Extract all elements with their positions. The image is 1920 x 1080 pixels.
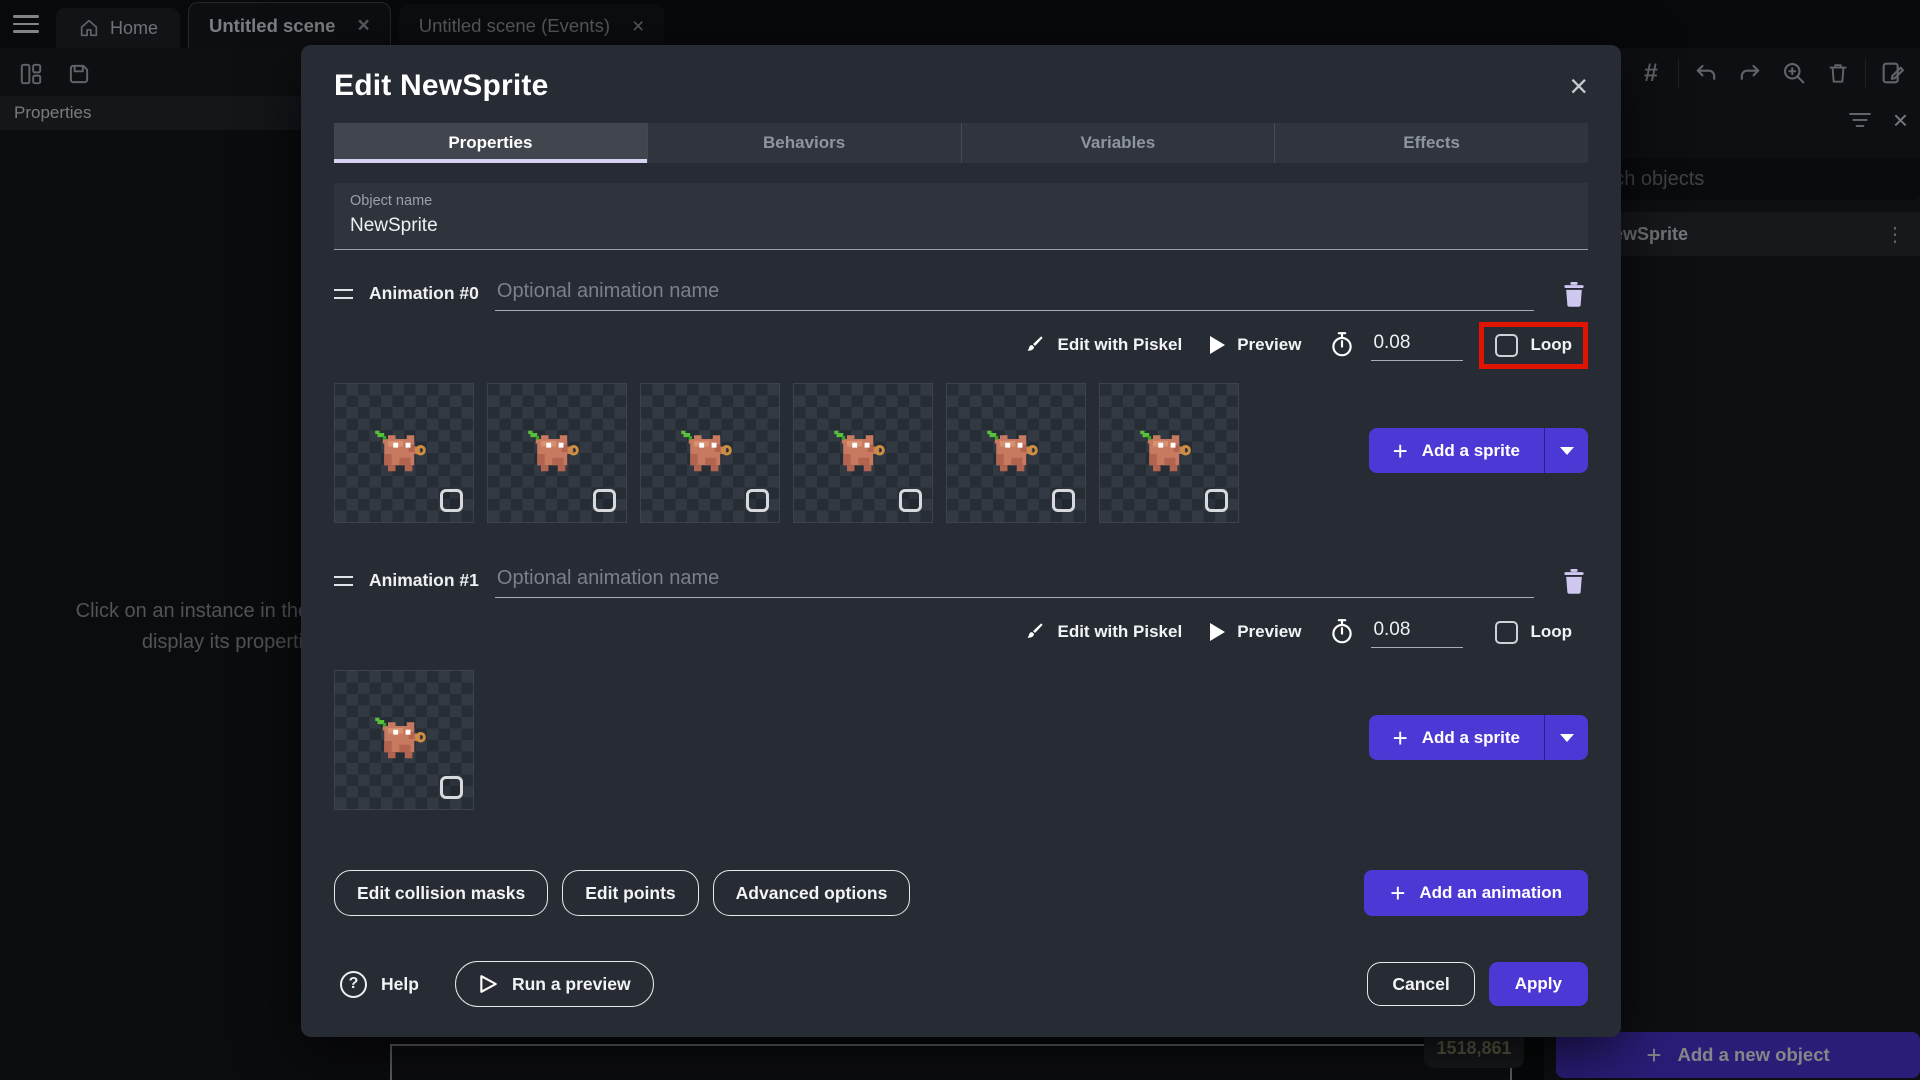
- play-outline-icon: [480, 975, 497, 993]
- edit-object-dialog: Edit NewSprite × Properties Behaviors Va…: [301, 45, 1621, 1037]
- plus-icon: +: [1392, 722, 1408, 753]
- stopwatch-icon: [1332, 619, 1353, 644]
- delete-animation-icon[interactable]: [1560, 279, 1588, 309]
- edit-with-piskel-button[interactable]: Edit with Piskel: [1023, 334, 1182, 356]
- pig-sprite-image: [1138, 424, 1198, 484]
- chevron-down-icon: [1559, 733, 1574, 742]
- animation-1-frames: + Add a sprite: [334, 670, 1588, 810]
- drag-handle-icon[interactable]: [334, 575, 353, 586]
- tab-behaviors[interactable]: Behaviors: [646, 123, 961, 163]
- add-sprite-dropdown[interactable]: [1544, 428, 1588, 473]
- loop-label: Loop: [1530, 622, 1572, 641]
- brush-icon: [1028, 623, 1044, 638]
- play-icon: [1210, 336, 1226, 354]
- add-a-sprite-button[interactable]: + Add a sprite: [1368, 428, 1588, 473]
- sprite-frame-thumbnail[interactable]: [640, 383, 780, 523]
- plus-icon: +: [1392, 435, 1408, 466]
- advanced-options-button[interactable]: Advanced options: [712, 870, 911, 916]
- frame-select-checkbox[interactable]: [440, 776, 463, 799]
- preview-button[interactable]: Preview: [1210, 622, 1301, 642]
- sprite-frame-thumbnail[interactable]: [334, 670, 474, 810]
- sprite-frame-thumbnail[interactable]: [793, 383, 933, 523]
- pig-sprite-image: [985, 424, 1045, 484]
- loop-label: Loop: [1530, 335, 1572, 354]
- apply-button[interactable]: Apply: [1488, 962, 1588, 1006]
- animation-1-header: Animation #1: [334, 563, 1588, 598]
- stopwatch-icon: [1332, 332, 1353, 357]
- animation-1-name-input[interactable]: [494, 563, 1534, 598]
- tab-variables[interactable]: Variables: [960, 123, 1275, 163]
- sprite-frame-thumbnail[interactable]: [1099, 383, 1239, 523]
- animation-0-label: Animation #0: [369, 283, 479, 303]
- loop-option-highlighted: Loop: [1479, 321, 1588, 369]
- brush-icon: [1028, 336, 1044, 351]
- frame-select-checkbox[interactable]: [440, 489, 463, 512]
- play-icon: [1210, 623, 1226, 641]
- help-icon: ?: [340, 970, 367, 998]
- edit-with-piskel-button[interactable]: Edit with Piskel: [1023, 621, 1182, 643]
- animation-0-name-input[interactable]: [494, 276, 1534, 311]
- tab-properties[interactable]: Properties: [334, 123, 647, 163]
- sprite-frame-thumbnail[interactable]: [487, 383, 627, 523]
- frame-select-checkbox[interactable]: [593, 489, 616, 512]
- add-an-animation-button[interactable]: + Add an animation: [1364, 870, 1588, 916]
- sprite-frame-thumbnail[interactable]: [946, 383, 1086, 523]
- time-between-frames-input[interactable]: [1371, 329, 1464, 361]
- tab-effects[interactable]: Effects: [1274, 123, 1588, 163]
- gdevelop-window: Home Untitled scene × Untitled scene (Ev…: [0, 0, 1920, 1080]
- object-name-field-label: Object name: [350, 193, 433, 209]
- cancel-button[interactable]: Cancel: [1367, 962, 1475, 1006]
- add-sprite-dropdown[interactable]: [1544, 715, 1588, 760]
- pig-sprite-image: [679, 424, 739, 484]
- time-between-frames-input[interactable]: [1371, 616, 1464, 648]
- pig-sprite-image: [373, 424, 433, 484]
- animation-1-controls: Edit with Piskel Preview Loop: [334, 606, 1588, 658]
- object-name-field[interactable]: Object name NewSprite: [334, 183, 1588, 250]
- delete-animation-icon[interactable]: [1560, 566, 1588, 596]
- dialog-close-icon[interactable]: ×: [1569, 70, 1588, 102]
- loop-checkbox[interactable]: [1495, 333, 1519, 357]
- dialog-tabs: Properties Behaviors Variables Effects: [334, 123, 1588, 163]
- preview-button[interactable]: Preview: [1210, 335, 1301, 355]
- dialog-secondary-actions: Edit collision masks Edit points Advance…: [334, 870, 1588, 916]
- pig-sprite-image: [526, 424, 586, 484]
- drag-handle-icon[interactable]: [334, 288, 353, 299]
- frame-select-checkbox[interactable]: [899, 489, 922, 512]
- loop-checkbox[interactable]: [1495, 620, 1519, 644]
- sprite-frame-thumbnail[interactable]: [334, 383, 474, 523]
- dialog-footer: ? Help Run a preview Cancel Apply: [334, 961, 1588, 1007]
- edit-collision-masks-button[interactable]: Edit collision masks: [334, 870, 549, 916]
- plus-icon: +: [1390, 878, 1406, 908]
- edit-points-button[interactable]: Edit points: [562, 870, 699, 916]
- animation-0-controls: Edit with Piskel Preview Loop: [334, 319, 1588, 371]
- frame-select-checkbox[interactable]: [1052, 489, 1075, 512]
- animation-1-label: Animation #1: [369, 570, 479, 590]
- pig-sprite-image: [373, 711, 433, 771]
- run-a-preview-button[interactable]: Run a preview: [454, 961, 654, 1007]
- frame-select-checkbox[interactable]: [1205, 489, 1228, 512]
- dialog-title: Edit NewSprite: [334, 69, 549, 102]
- animation-0-header: Animation #0: [334, 276, 1588, 311]
- pig-sprite-image: [832, 424, 892, 484]
- add-a-sprite-button[interactable]: + Add a sprite: [1368, 715, 1588, 760]
- frame-select-checkbox[interactable]: [746, 489, 769, 512]
- animation-0-frames: + Add a sprite: [334, 383, 1588, 523]
- help-button[interactable]: ? Help: [340, 970, 419, 998]
- loop-option: Loop: [1479, 609, 1588, 656]
- chevron-down-icon: [1559, 446, 1574, 455]
- object-name-field-value: NewSprite: [350, 215, 438, 236]
